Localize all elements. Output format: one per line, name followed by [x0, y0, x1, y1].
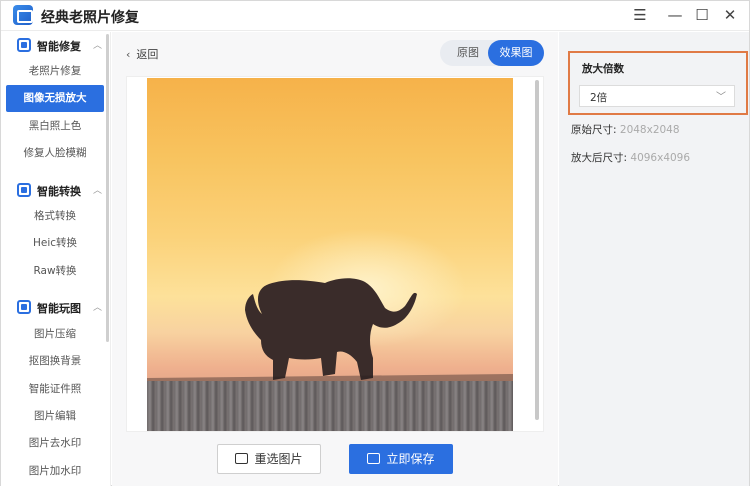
preview-scrollbar[interactable] — [535, 80, 539, 420]
sidebar-group-label: 智能转换 — [37, 185, 81, 198]
toggle-original[interactable]: 原图 — [446, 40, 490, 66]
save-icon — [367, 453, 381, 464]
rock-foreground — [147, 381, 513, 431]
scaled-size-row: 放大后尺寸: 4096x4096 — [571, 150, 690, 165]
sidebar-item-remove-watermark[interactable]: 图片去水印 — [6, 430, 104, 457]
scaled-size-value: 4096x4096 — [630, 152, 691, 164]
app-logo-icon — [13, 5, 33, 25]
elephant-silhouette — [147, 278, 513, 384]
chevron-up-icon: ︿ — [93, 41, 103, 51]
chevron-down-icon: ﹀ — [716, 92, 726, 103]
app-title: 经典老照片修复 — [41, 10, 139, 26]
image-icon — [17, 300, 31, 314]
back-button[interactable]: ‹ 返回 — [126, 46, 158, 62]
reselect-label: 重选图片 — [254, 452, 303, 466]
original-size-label: 原始尺寸: — [571, 124, 617, 136]
original-size-value: 2048x2048 — [619, 124, 680, 136]
sidebar-item-add-watermark[interactable]: 图片加水印 — [6, 458, 104, 485]
scaled-size-label: 放大后尺寸: — [571, 152, 628, 164]
sidebar-item-id-photo[interactable]: 智能证件照 — [6, 376, 104, 403]
sidebar-item-lossless-upscale[interactable]: 图像无损放大 — [6, 85, 104, 112]
sidebar-item-cutout-background[interactable]: 抠图换背景 — [6, 348, 104, 375]
save-label: 立即保存 — [386, 452, 435, 466]
title-bar: 经典老照片修复 ☰ — ☐ ✕ — [1, 1, 749, 31]
sidebar-item-compress[interactable]: 图片压缩 — [6, 321, 104, 348]
close-icon[interactable]: ✕ — [719, 5, 741, 25]
sidebar-scrollbar[interactable] — [106, 34, 109, 342]
reselect-image-button[interactable]: 重选图片 — [217, 444, 321, 474]
sidebar-item-image-edit[interactable]: 图片编辑 — [6, 403, 104, 430]
zoom-select[interactable]: 2倍 ﹀ — [579, 85, 735, 107]
original-size-row: 原始尺寸: 2048x2048 — [571, 122, 680, 137]
sidebar-item-face-deblur[interactable]: 修复人脸模糊 — [6, 140, 104, 167]
picture-icon — [235, 453, 249, 464]
zoom-selected-value: 2倍 — [590, 92, 608, 104]
sidebar-item-format-convert[interactable]: 格式转换 — [6, 203, 104, 230]
minimize-icon[interactable]: — — [664, 5, 686, 25]
image-preview-panel — [126, 76, 544, 432]
convert-icon — [17, 183, 31, 197]
back-label: 返回 — [136, 48, 159, 61]
sidebar-group-label: 智能修复 — [37, 40, 81, 53]
main-area: ‹ 返回 原图 效果图 重选图片 立即保存 — [112, 32, 558, 486]
zoom-setting-box: 放大倍数 2倍 ﹀ — [568, 51, 748, 115]
sidebar-item-old-photo-repair[interactable]: 老照片修复 — [6, 58, 104, 85]
chevron-up-icon: ︿ — [93, 303, 103, 313]
sidebar-item-raw-convert[interactable]: Raw转换 — [6, 258, 104, 285]
sidebar-group-label: 智能玩图 — [37, 302, 81, 315]
sidebar-group-convert[interactable]: 智能转换 ︿ — [1, 180, 107, 202]
sidebar: 智能修复 ︿ 老照片修复 图像无损放大 黑白照上色 修复人脸模糊 智能转换 ︿ … — [1, 32, 111, 486]
sidebar-group-play[interactable]: 智能玩图 ︿ — [1, 297, 107, 319]
preview-photo — [147, 78, 513, 431]
sidebar-group-repair[interactable]: 智能修复 ︿ — [1, 35, 107, 57]
sidebar-item-colorize[interactable]: 黑白照上色 — [6, 113, 104, 140]
chevron-left-icon: ‹ — [126, 48, 131, 61]
maximize-icon[interactable]: ☐ — [691, 5, 713, 25]
view-toggle: 原图 效果图 — [440, 40, 544, 66]
image-icon — [17, 38, 31, 52]
settings-panel: 放大倍数 2倍 ﹀ 原始尺寸: 2048x2048 放大后尺寸: 4096x40… — [559, 32, 749, 486]
save-now-button[interactable]: 立即保存 — [349, 444, 453, 474]
sidebar-item-heic-convert[interactable]: Heic转换 — [6, 230, 104, 257]
zoom-label: 放大倍数 — [582, 63, 624, 75]
toggle-effect[interactable]: 效果图 — [488, 40, 544, 66]
chevron-up-icon: ︿ — [93, 186, 103, 196]
menu-icon[interactable]: ☰ — [629, 5, 651, 25]
